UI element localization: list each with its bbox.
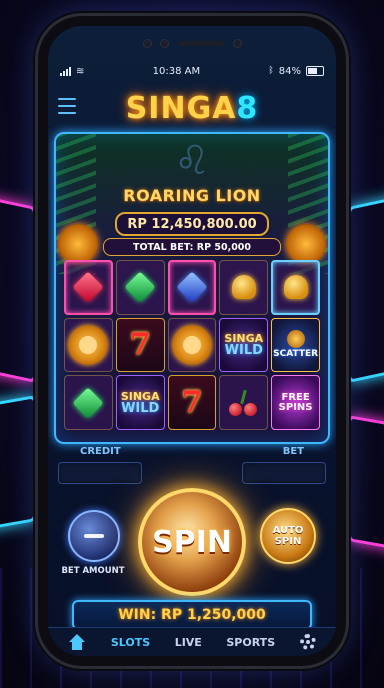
auto-spin-button[interactable]: AUTO SPIN <box>260 508 316 564</box>
scatter-icon <box>286 330 305 349</box>
reel-cell: SCATTER <box>271 317 320 373</box>
brand-logo: SINGA8 <box>125 90 259 126</box>
status-right: ᛒ 84% <box>268 66 324 77</box>
reel-cell: FREE SPINS <box>271 375 320 430</box>
total-bet: TOTAL BET: RP 50,000 <box>103 238 281 256</box>
front-camera <box>233 39 241 47</box>
neon-decor-left-top <box>0 192 36 384</box>
reel-cell <box>115 260 165 315</box>
tab-slots[interactable]: SLOTS <box>111 636 150 649</box>
menu-icon[interactable] <box>58 98 76 114</box>
reel-grid: 7 SINGA WILD SCATTER SINGA WILD 7 FREE SPIN… <box>64 260 320 430</box>
sensor-dot <box>160 39 168 47</box>
red-gem-icon <box>72 271 104 303</box>
neon-decor-left-bottom <box>0 395 36 531</box>
scatter-symbol: SCATTER <box>272 328 319 361</box>
wild-symbol: SINGA WILD <box>224 331 264 358</box>
phone-frame: ≋ 10:38 AM ᛒ 84% SINGA8 ♌ ROARING LION R… <box>38 16 346 666</box>
lion-icon <box>171 324 212 365</box>
bet-label: BET <box>282 446 304 457</box>
battery-icon <box>306 66 324 76</box>
slot-game-panel: ♌ ROARING LION RP 12,450,800.00 TOTAL BE… <box>54 132 330 444</box>
reel-cell <box>271 260 320 315</box>
neon-decor-right-top <box>348 192 384 384</box>
seven-symbol: 7 <box>129 327 151 363</box>
green-gem-icon <box>72 387 104 419</box>
jackpot-amount: RP 12,450,800.00 <box>115 212 269 236</box>
bluetooth-icon: ᛒ <box>268 66 274 76</box>
free-spins-symbol: FREE SPINS <box>278 391 313 413</box>
gear-icon[interactable] <box>299 634 316 650</box>
minus-icon <box>84 534 104 538</box>
lion-emblem-icon: ♌ <box>174 138 210 184</box>
reel-cell <box>219 375 269 430</box>
bet-amount-label: BET AMOUNT <box>61 566 125 576</box>
game-title: ROARING LION <box>123 186 261 205</box>
bottom-nav: SLOTS LIVE SPORTS <box>48 627 336 656</box>
battery-percent: 84% <box>278 65 301 77</box>
green-gem-icon <box>124 271 156 303</box>
credit-display <box>58 462 142 484</box>
lion-statue-right-icon <box>286 224 326 264</box>
app-header: SINGA8 <box>48 86 336 130</box>
decrease-bet-button[interactable] <box>68 510 120 562</box>
tab-live[interactable]: LIVE <box>175 636 202 649</box>
spin-controls: BET AMOUNT SPIN AUTO SPIN <box>48 486 336 606</box>
reel-cell: SINGA WILD <box>115 375 165 430</box>
bell-icon <box>231 275 256 300</box>
spin-button[interactable]: SPIN <box>138 488 246 596</box>
wifi-icon: ≋ <box>76 65 85 77</box>
bet-display <box>242 462 326 484</box>
reel-cell <box>64 375 113 430</box>
credit-label: CREDIT <box>80 446 121 457</box>
camera-dot <box>143 39 151 47</box>
reel-cell <box>219 260 269 315</box>
wild-symbol: SINGA WILD <box>120 389 160 416</box>
reel-cell <box>167 317 217 373</box>
control-labels: CREDIT BET <box>58 446 326 460</box>
lion-icon <box>68 324 109 365</box>
lion-statue-left-icon <box>58 224 98 264</box>
signal-icon <box>60 66 71 76</box>
cherry-icon <box>228 389 259 416</box>
blue-gem-icon <box>176 271 208 303</box>
bell-icon <box>283 275 308 300</box>
phone-screen: ≋ 10:38 AM ᛒ 84% SINGA8 ♌ ROARING LION R… <box>48 26 336 656</box>
reel-cell: 7 <box>167 375 217 430</box>
reel-cell: SINGA WILD <box>219 317 269 373</box>
status-time: 10:38 AM <box>152 65 201 77</box>
status-bar: ≋ 10:38 AM ᛒ 84% <box>48 60 336 82</box>
win-display: WIN: RP 1,250,000 <box>72 600 312 630</box>
notch <box>48 26 336 60</box>
speaker-grille <box>177 40 224 46</box>
status-left: ≋ <box>60 66 84 77</box>
reel-cell <box>64 317 113 373</box>
reel-cell <box>64 260 113 315</box>
seven-symbol: 7 <box>181 385 203 421</box>
tab-sports[interactable]: SPORTS <box>226 636 275 649</box>
home-icon[interactable] <box>68 634 86 650</box>
reel-cell: 7 <box>115 317 165 373</box>
neon-decor-right-bottom <box>348 415 384 551</box>
reel-cell <box>167 260 217 315</box>
